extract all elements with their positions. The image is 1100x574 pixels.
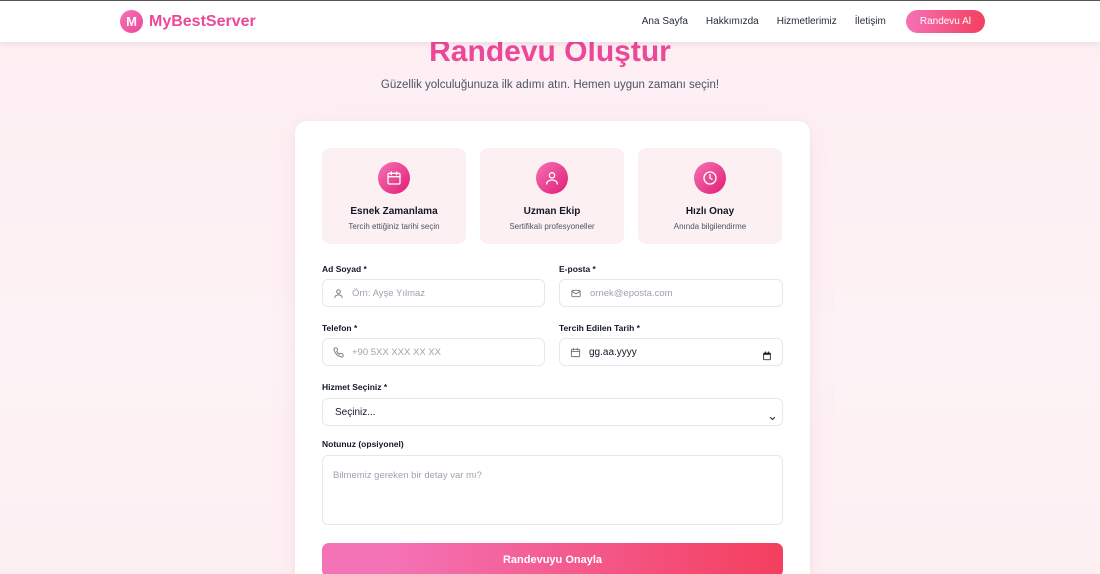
feature-list: Esnek Zamanlama Tercih ettiğiniz tarihi …	[322, 148, 783, 244]
clock-icon	[694, 162, 726, 194]
feature-title: Hızlı Onay	[685, 206, 735, 217]
user-icon	[536, 162, 568, 194]
calendar-icon	[378, 162, 410, 194]
service-select[interactable]: Seçiniz...	[322, 398, 783, 426]
email-input[interactable]: ornek@eposta.com	[559, 279, 783, 307]
feature-title: Esnek Zamanlama	[350, 206, 438, 217]
appointment-card: Esnek Zamanlama Tercih ettiğiniz tarihi …	[295, 121, 810, 574]
feature-expert-team: Uzman Ekip Sertifikalı profesyoneller	[480, 148, 624, 244]
name-placeholder: Örn: Ayşe Yılmaz	[352, 287, 426, 299]
email-placeholder: ornek@eposta.com	[590, 287, 673, 299]
date-picker-icon[interactable]	[762, 348, 772, 366]
note-textarea[interactable]: Bilmemiz gereken bir detay var mı?	[322, 455, 783, 525]
email-label: E-posta *	[559, 264, 596, 274]
phone-label: Telefon *	[322, 323, 358, 333]
nav-link-home[interactable]: Ana Sayfa	[642, 16, 688, 27]
phone-input[interactable]: +90 5XX XXX XX XX	[322, 338, 545, 366]
service-label: Hizmet Seçiniz *	[322, 382, 388, 392]
nav-links: Ana Sayfa Hakkımızda Hizmetlerimiz İleti…	[642, 10, 985, 33]
nav-link-services[interactable]: Hizmetlerimiz	[777, 16, 837, 27]
feature-desc: Sertifikalı profesyoneller	[509, 222, 595, 231]
name-label: Ad Soyad *	[322, 264, 367, 274]
page-subtitle: Güzellik yolculuğunuza ilk adımı atın. H…	[380, 79, 720, 91]
mail-icon	[571, 289, 581, 297]
feature-flexible-scheduling: Esnek Zamanlama Tercih ettiğiniz tarihi …	[322, 148, 466, 244]
feature-desc: Tercih ettiğiniz tarihi seçin	[348, 222, 440, 231]
name-input[interactable]: Örn: Ayşe Yılmaz	[322, 279, 545, 307]
feature-fast-approval: Hızlı Onay Anında bilgilendirme	[638, 148, 782, 244]
nav-link-about[interactable]: Hakkımızda	[706, 16, 759, 27]
calendar-icon	[570, 347, 581, 357]
book-appointment-button[interactable]: Randevu Al	[905, 10, 985, 33]
feature-title: Uzman Ekip	[523, 206, 581, 217]
chevron-down-icon	[769, 409, 776, 427]
phone-icon	[333, 346, 344, 357]
date-label: Tercih Edilen Tarih *	[559, 323, 640, 333]
note-label: Notunuz (opsiyonel)	[322, 439, 404, 449]
brand[interactable]: M MyBestServer	[120, 10, 256, 33]
brand-logo: M	[120, 10, 143, 33]
note-placeholder: Bilmemiz gereken bir detay var mı?	[333, 470, 482, 481]
confirm-appointment-button[interactable]: Randevuyu Onayla	[322, 543, 783, 574]
user-icon	[334, 288, 343, 298]
date-value: gg.aa.yyyy	[589, 346, 637, 358]
service-selected: Seçiniz...	[335, 406, 376, 418]
nav-link-contact[interactable]: İletişim	[855, 16, 886, 27]
phone-placeholder: +90 5XX XXX XX XX	[352, 346, 441, 358]
feature-desc: Anında bilgilendirme	[673, 222, 747, 231]
date-input[interactable]: gg.aa.yyyy	[559, 338, 783, 366]
brand-name: MyBestServer	[149, 12, 256, 30]
navbar: M MyBestServer Ana Sayfa Hakkımızda Hizm…	[0, 1, 1100, 42]
